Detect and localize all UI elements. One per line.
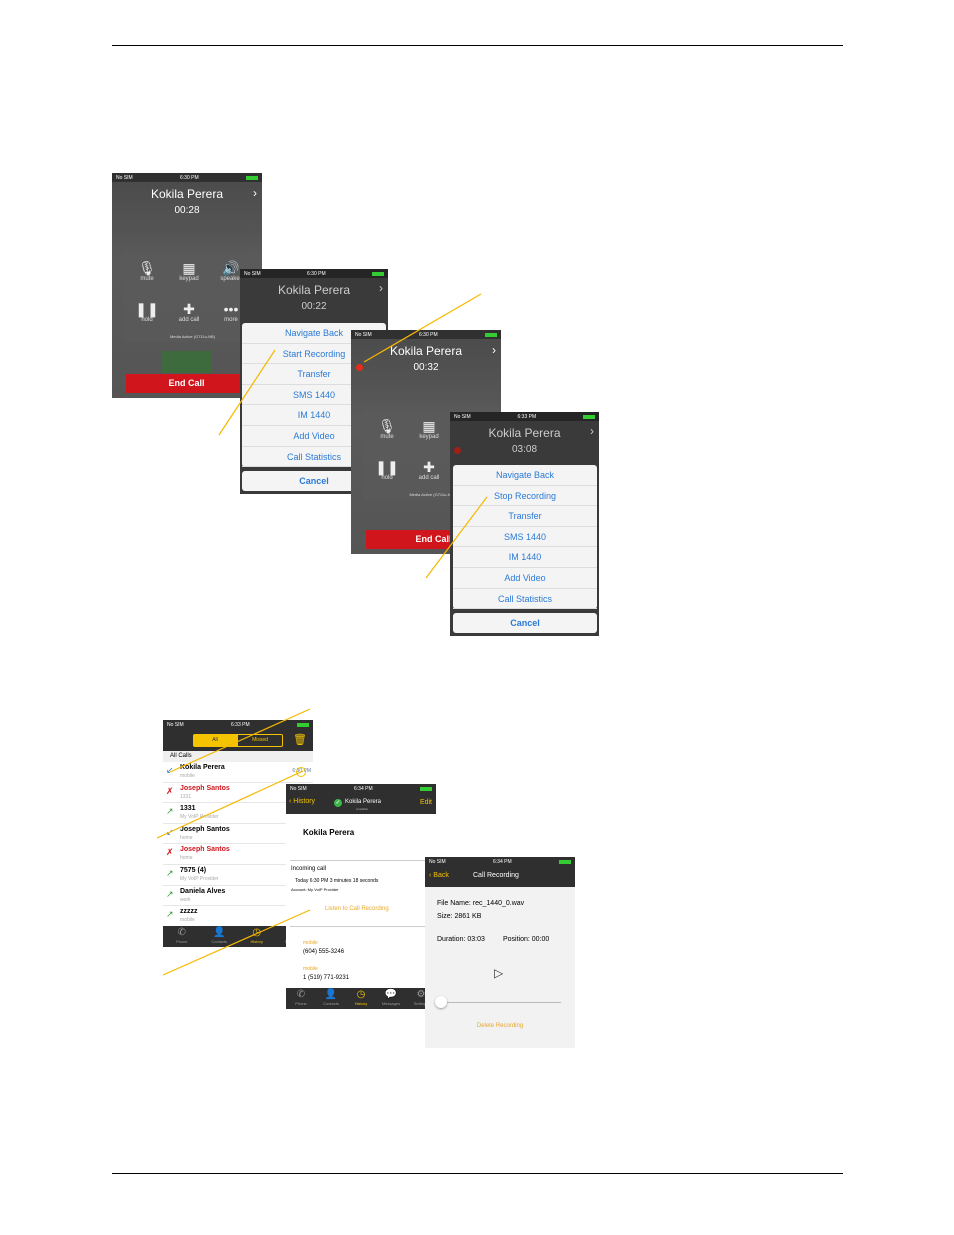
callout-line: [363, 293, 482, 363]
callout-line: [156, 770, 304, 839]
callout-line: [425, 496, 488, 579]
callout-line: [162, 909, 311, 976]
callout-lines: [156, 293, 488, 976]
callout-line: [169, 708, 311, 773]
document-page: No SIM 6:30 PM Kokila Perera › 00:28 🎙 mut…: [0, 0, 954, 1235]
callout-line: [218, 349, 276, 436]
